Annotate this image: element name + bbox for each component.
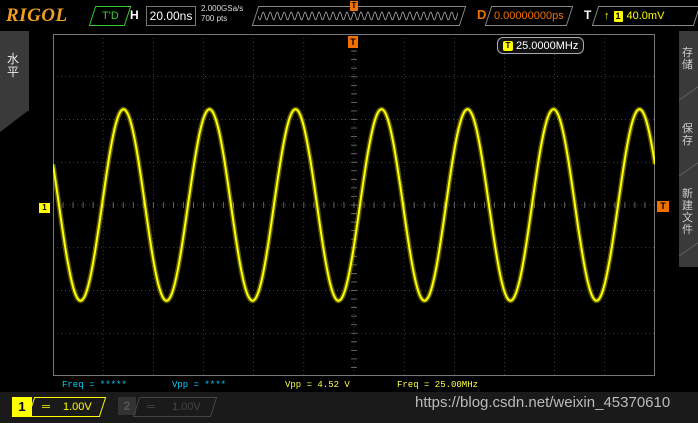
measurement-freq-ch1: Freq = 25.00MHz [397,380,479,390]
horizontal-tab-corner [0,110,29,132]
run-state-indicator[interactable]: T'D [88,6,132,26]
status-bar: RIGOL T'D H 20.00ns 2.000GSa/s 700 pts T… [0,0,698,31]
horizontal-menu-label: 水平 [7,52,20,79]
counter-value: 25.0000MHz [516,39,579,52]
timebase-value[interactable]: 20.00ns [146,6,196,26]
softkey-divider [679,242,698,257]
softkey-storage-label[interactable]: 存储 [682,47,694,71]
brand-logo: RIGOL [6,5,68,26]
trigger-label: T [584,8,592,22]
ch2-scale-box[interactable]: ═ 1.00V [132,397,218,417]
measurement-vpp-ch2: Vpp = **** [172,380,227,390]
trigger-settings[interactable]: ↑ 1 40.0mV [591,6,698,26]
trigger-level-value: 40.0mV [626,10,665,22]
trigger-delay-value[interactable]: 0.00000000ps [484,6,574,26]
softkey-divider [679,162,698,177]
softkey-new-file-label[interactable]: 新建文件 [682,188,694,236]
memory-overview-waveform [258,11,458,21]
horizontal-label: H [130,8,139,22]
frequency-counter: T 25.0000MHz [497,37,585,54]
sample-rate: 2.000GSa/s [201,4,244,13]
softkey-menu: 存储 保存 新建文件 [679,31,698,267]
ch2-scale: 1.00V [171,401,201,413]
watermark-text: https://blog.csdn.net/weixin_45370610 [415,394,671,411]
ch1-ground-marker[interactable]: 1 [39,203,50,213]
measurement-freq-ch2: Freq = ***** [62,380,127,390]
softkey-divider [679,86,698,101]
ch1-scale: 1.00V [62,401,92,413]
rising-edge-icon: ↑ [604,10,610,22]
ch1-scale-box[interactable]: ═ 1.00V [27,397,107,417]
acquisition-info: 2.000GSa/s 700 pts [201,4,243,24]
waveform-display[interactable] [53,34,655,376]
dc-coupling-icon: ═ [147,401,155,413]
softkey-save-label[interactable]: 保存 [682,123,694,147]
measurement-vpp-ch1: Vpp = 4.52 V [285,380,350,390]
graticule-center-ticks [53,34,646,368]
memory-depth: 700 pts [201,14,228,23]
trigger-source-badge: 1 [613,10,623,22]
trigger-position-marker[interactable]: T [348,36,358,48]
dc-coupling-icon: ═ [42,401,50,413]
trigger-level-marker[interactable]: T [657,201,669,212]
memory-trigger-marker: T [350,1,358,11]
counter-source-badge: T [503,40,513,51]
horizontal-menu-tab[interactable]: 水平 [0,31,29,111]
